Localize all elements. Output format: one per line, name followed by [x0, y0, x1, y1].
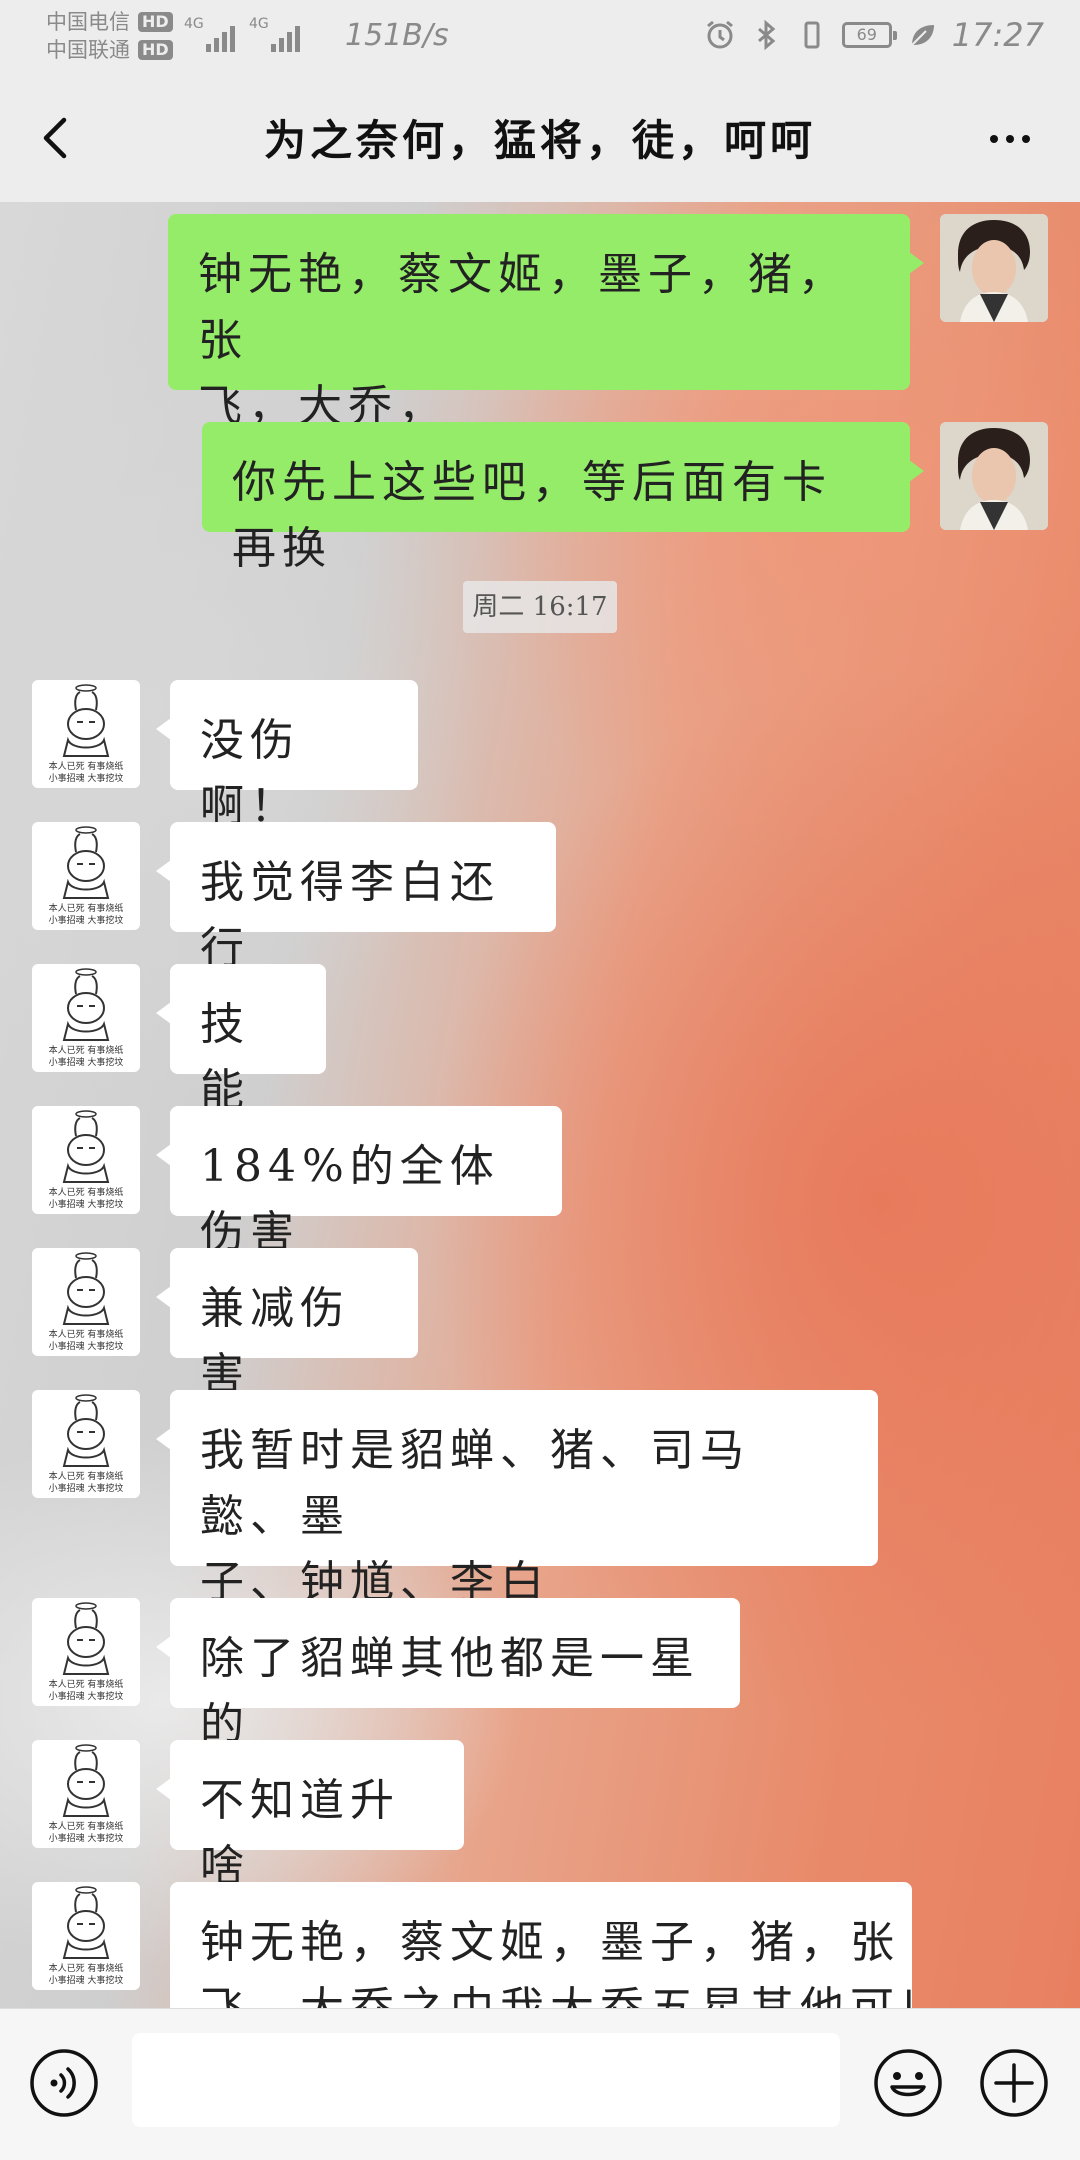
message-timestamp: 周二 16:17 [463, 581, 617, 633]
plus-icon[interactable] [978, 2047, 1050, 2119]
carrier-info: 中国电信 HD 中国联通 HD [46, 8, 173, 64]
avatar[interactable]: 本人已死 有事烧纸 小事招魂 大事挖坟 [32, 822, 140, 930]
message-text: 没伤啊！ [200, 715, 300, 832]
avatar-caption: 本人已死 有事烧纸 [48, 762, 124, 772]
message-bubble-incoming[interactable]: 技能 [156, 964, 326, 1116]
message-text: 我暂时是貂蝉、猪、司马懿、墨 [200, 1425, 750, 1542]
signal-icon: 4G [184, 16, 235, 52]
avatar-caption: 本人已死 有事烧纸 [48, 1680, 124, 1690]
message-bubble-incoming[interactable]: 兼减伤害 [156, 1248, 418, 1400]
avatar-caption: 本人已死 有事烧纸 [48, 1472, 124, 1482]
input-bar [0, 2008, 1080, 2160]
avatar-caption: 本人已死 有事烧纸 [48, 904, 124, 914]
status-bar: 中国电信 HD 中国联通 HD 4G 4G 151B/s 69 17:27 [0, 0, 1080, 72]
avatar[interactable]: 本人已死 有事烧纸 小事招魂 大事挖坟 [32, 1882, 140, 1990]
battery-icon: 69 [841, 22, 897, 48]
message-bubble-incoming[interactable]: 我暂时是貂蝉、猪、司马懿、墨 子、钟馗、李白 [156, 1390, 878, 1608]
hd-badge: HD [138, 40, 173, 60]
avatar-caption: 小事招魂 大事挖坟 [48, 1834, 124, 1844]
avatar-caption: 小事招魂 大事挖坟 [48, 1342, 124, 1352]
chat-header: 为之奈何，猛将，徒，呵呵 [0, 72, 1080, 202]
avatar-caption: 本人已死 有事烧纸 [48, 1330, 124, 1340]
avatar[interactable]: 本人已死 有事烧纸 小事招魂 大事挖坟 [32, 1740, 140, 1848]
avatar-caption: 小事招魂 大事挖坟 [48, 1692, 124, 1702]
avatar[interactable] [940, 214, 1048, 322]
message-bubble-incoming[interactable]: 没伤啊！ [156, 680, 418, 832]
leaf-icon [911, 25, 934, 46]
message-bubble-incoming[interactable]: 除了貂蝉其他都是一星的 [156, 1598, 740, 1750]
message-text: 飞，大乔之中我大乔五星其他可以 [200, 1976, 912, 2008]
avatar[interactable]: 本人已死 有事烧纸 小事招魂 大事挖坟 [32, 964, 140, 1072]
network-speed: 151B/s [345, 18, 449, 53]
avatar[interactable]: 本人已死 有事烧纸 小事招魂 大事挖坟 [32, 680, 140, 788]
avatar[interactable] [940, 422, 1048, 530]
message-bubble-incoming[interactable]: 184%的全体伤害 [156, 1106, 562, 1258]
clock: 17:27 [951, 16, 1044, 54]
message-bubble-incoming[interactable]: 钟无艳，蔡文姬，墨子，猪，张 飞，大乔之中我大乔五星其他可以 [170, 1882, 912, 2008]
avatar[interactable]: 本人已死 有事烧纸 小事招魂 大事挖坟 [32, 1248, 140, 1356]
voice-icon[interactable] [28, 2047, 100, 2119]
avatar-caption: 本人已死 有事烧纸 [48, 1046, 124, 1056]
avatar[interactable]: 本人已死 有事烧纸 小事招魂 大事挖坟 [32, 1598, 140, 1706]
message-text: 除了貂蝉其他都是一星的 [200, 1633, 700, 1750]
message-text: 你先上这些吧，等后面有卡再换 [232, 457, 832, 574]
message-text: 兼减伤害 [200, 1283, 350, 1400]
network-type-2: 4G [249, 16, 269, 32]
carrier-2: 中国联通 [46, 38, 130, 62]
avatar-caption: 小事招魂 大事挖坟 [48, 1484, 124, 1494]
avatar-caption: 小事招魂 大事挖坟 [48, 916, 124, 926]
emoji-icon[interactable] [872, 2047, 944, 2119]
message-bubble-incoming[interactable]: 我觉得李白还行 [156, 822, 556, 974]
message-text: 技能 [200, 999, 250, 1116]
message-text: 钟无艳，蔡文姬，墨子，猪，张 [200, 1917, 900, 1968]
avatar-caption: 小事招魂 大事挖坟 [48, 774, 124, 784]
network-type-1: 4G [184, 16, 204, 32]
avatar[interactable]: 本人已死 有事烧纸 小事招魂 大事挖坟 [32, 1390, 140, 1498]
message-bubble-incoming[interactable]: 不知道升啥 [156, 1740, 464, 1892]
vibrate-icon [804, 21, 820, 49]
message-text: 我觉得李白还行 [200, 857, 500, 974]
avatar-caption: 小事招魂 大事挖坟 [48, 1058, 124, 1068]
bluetooth-icon [757, 19, 776, 51]
avatar-caption: 本人已死 有事烧纸 [48, 1964, 124, 1974]
avatar[interactable]: 本人已死 有事烧纸 小事招魂 大事挖坟 [32, 1106, 140, 1214]
avatar-caption: 本人已死 有事烧纸 [48, 1188, 124, 1198]
message-bubble-outgoing[interactable]: 你先上这些吧，等后面有卡再换 [202, 422, 924, 574]
chat-area[interactable]: 钟无艳，蔡文姬，墨子，猪，张 飞，大乔， 你先上这些吧，等后面有卡再换 周二 1… [0, 202, 1080, 2008]
carrier-1: 中国电信 [46, 10, 130, 34]
message-text: 钟无艳，蔡文姬，墨子，猪，张 [198, 249, 848, 366]
signal-icon: 4G [249, 16, 300, 52]
avatar-caption: 小事招魂 大事挖坟 [48, 1976, 124, 1986]
hd-badge: HD [138, 12, 173, 32]
message-input[interactable] [132, 2033, 840, 2127]
message-bubble-outgoing[interactable]: 钟无艳，蔡文姬，墨子，猪，张 飞，大乔， [168, 214, 924, 432]
signal-indicators: 4G 4G [184, 16, 300, 52]
chat-title: 为之奈何，猛将，徒，呵呵 [263, 115, 816, 165]
message-text: 184%的全体伤害 [200, 1141, 500, 1258]
back-icon[interactable] [30, 110, 86, 166]
alarm-icon [706, 20, 733, 49]
more-options-button[interactable] [980, 114, 1040, 164]
avatar-caption: 本人已死 有事烧纸 [48, 1822, 124, 1832]
avatar-caption: 小事招魂 大事挖坟 [48, 1200, 124, 1210]
message-text: 不知道升啥 [200, 1775, 400, 1892]
